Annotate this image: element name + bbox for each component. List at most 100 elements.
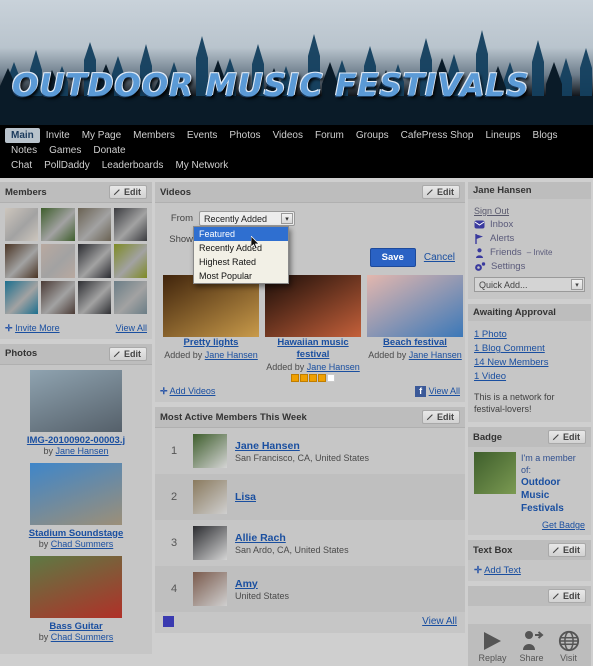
active-members-view-all-link[interactable]: View All (422, 616, 457, 627)
video-card[interactable]: Beach festival Added by Jane Hansen (367, 275, 463, 382)
nav-item-my-page[interactable]: My Page (76, 128, 127, 143)
nav-item-invite[interactable]: Invite (40, 128, 76, 143)
video-rating[interactable] (265, 374, 361, 382)
nav-item-my-network[interactable]: My Network (169, 158, 234, 173)
video-author-link[interactable]: Jane Hansen (205, 350, 258, 360)
visit-button[interactable]: Visit (557, 630, 581, 663)
photos-edit-button[interactable]: Edit (109, 346, 147, 361)
dropdown-option-highest-rated[interactable]: Highest Rated (194, 255, 288, 269)
member-avatar[interactable] (113, 280, 147, 314)
member-avatar[interactable] (41, 244, 75, 278)
friends-link[interactable]: Friends – Invite (474, 247, 585, 258)
videos-edit-button[interactable]: Edit (422, 185, 460, 199)
video-title-link[interactable]: Pretty lights (184, 337, 239, 349)
nav-item-main[interactable]: Main (5, 128, 40, 143)
approval-item-link[interactable]: 1 Blog Comment (474, 343, 585, 354)
video-thumbnail[interactable] (367, 275, 463, 337)
video-card[interactable]: Hawaiian music festival Added by Jane Han… (265, 275, 361, 382)
active-members-edit-button[interactable]: Edit (422, 410, 460, 424)
members-edit-button[interactable]: Edit (109, 185, 147, 199)
from-select[interactable]: Recently Added ▾ (199, 211, 295, 226)
sign-out-link[interactable]: Sign Out (474, 206, 585, 216)
member-avatar[interactable] (41, 280, 75, 314)
member-avatar[interactable] (193, 434, 227, 468)
photo-item[interactable]: IMG-20100902-00003.j by Jane Hansen (5, 369, 147, 456)
member-avatar[interactable] (113, 208, 147, 242)
member-avatar[interactable] (193, 480, 227, 514)
cancel-link[interactable]: Cancel (424, 252, 455, 263)
video-title-link[interactable]: Hawaiian music festival (265, 337, 361, 361)
nav-item-cafepress-shop[interactable]: CafePress Shop (395, 128, 480, 143)
video-thumbnail[interactable] (265, 275, 361, 337)
rss-icon[interactable] (163, 616, 174, 627)
active-member-row[interactable]: 1 Jane Hansen San Francisco, CA, United St… (155, 428, 465, 474)
photo-thumbnail[interactable] (30, 462, 122, 525)
video-author-link[interactable]: Jane Hansen (409, 350, 462, 360)
nav-item-blogs[interactable]: Blogs (527, 128, 564, 143)
member-name-link[interactable]: Allie Rach (235, 532, 286, 544)
facebook-icon[interactable]: f (415, 386, 427, 397)
video-thumbnail[interactable] (163, 275, 259, 337)
photo-item[interactable]: Bass Guitar by Chad Summers (5, 555, 147, 642)
photo-thumbnail[interactable] (30, 369, 122, 432)
dropdown-option-most-popular[interactable]: Most Popular (194, 269, 288, 283)
nav-item-games[interactable]: Games (43, 143, 87, 158)
nav-item-chat[interactable]: Chat (5, 158, 38, 173)
photo-author-link[interactable]: Jane Hansen (55, 446, 108, 456)
member-name-link[interactable]: Jane Hansen (235, 440, 300, 452)
photo-caption-link[interactable]: Bass Guitar (5, 621, 147, 632)
active-member-row[interactable]: 4 Amy United States (155, 566, 465, 612)
nav-item-leaderboards[interactable]: Leaderboards (96, 158, 170, 173)
photo-caption-link[interactable]: Stadium Soundstage (5, 528, 147, 539)
player-edit-button[interactable]: Edit (548, 589, 586, 603)
dropdown-option-recently-added[interactable]: Recently Added (194, 241, 288, 255)
member-avatar[interactable] (5, 208, 39, 242)
badge-edit-button[interactable]: Edit (548, 430, 586, 444)
nav-item-photos[interactable]: Photos (223, 128, 266, 143)
approval-item-link[interactable]: 14 New Members (474, 357, 585, 368)
member-avatar[interactable] (77, 208, 111, 242)
invite-more-label[interactable]: Invite More (15, 323, 60, 333)
approval-item-link[interactable]: 1 Photo (474, 329, 585, 340)
get-badge-link[interactable]: Get Badge (542, 520, 585, 530)
nav-item-notes[interactable]: Notes (5, 143, 43, 158)
member-avatar[interactable] (77, 244, 111, 278)
add-videos-label[interactable]: Add Videos (170, 386, 216, 396)
dropdown-option-featured[interactable]: Featured (194, 227, 288, 241)
member-avatar[interactable] (5, 244, 39, 278)
add-text-link[interactable]: Add Text (484, 565, 521, 576)
nav-item-donate[interactable]: Donate (87, 143, 131, 158)
settings-link[interactable]: Settings (474, 261, 585, 272)
members-view-all-link[interactable]: View All (116, 323, 147, 333)
approval-item-link[interactable]: 1 Video (474, 371, 585, 382)
nav-item-lineups[interactable]: Lineups (480, 128, 527, 143)
member-avatar[interactable] (193, 572, 227, 606)
member-avatar[interactable] (41, 208, 75, 242)
alerts-link[interactable]: Alerts (474, 233, 585, 244)
video-author-link[interactable]: Jane Hansen (307, 362, 360, 372)
member-avatar[interactable] (5, 280, 39, 314)
photo-thumbnail[interactable] (30, 555, 122, 618)
member-avatar[interactable] (77, 280, 111, 314)
photo-caption-link[interactable]: IMG-20100902-00003.j (5, 435, 147, 446)
nav-item-events[interactable]: Events (181, 128, 224, 143)
video-card[interactable]: Pretty lights Added by Jane Hansen (163, 275, 259, 382)
nav-item-polldaddy[interactable]: PollDaddy (38, 158, 96, 173)
nav-item-videos[interactable]: Videos (267, 128, 309, 143)
friends-invite-suffix[interactable]: – Invite (527, 248, 553, 257)
inbox-link[interactable]: Inbox (474, 219, 585, 230)
member-name-link[interactable]: Lisa (235, 491, 256, 503)
invite-more-link[interactable]: ✛ Invite More (5, 323, 60, 334)
replay-button[interactable]: Replay (478, 630, 507, 663)
nav-item-groups[interactable]: Groups (350, 128, 395, 143)
photo-author-link[interactable]: Chad Summers (51, 539, 114, 549)
member-avatar[interactable] (193, 526, 227, 560)
video-title-link[interactable]: Beach festival (383, 337, 447, 349)
chevron-down-icon[interactable]: ▾ (281, 213, 293, 224)
add-videos-link[interactable]: ✛ Add Videos (160, 386, 215, 397)
from-select-options[interactable]: Featured Recently Added Highest Rated Most … (193, 226, 289, 284)
chevron-down-icon[interactable]: ▾ (571, 279, 583, 290)
nav-item-forum[interactable]: Forum (309, 128, 350, 143)
share-button[interactable]: Share (519, 630, 544, 663)
member-name-link[interactable]: Amy (235, 578, 258, 590)
